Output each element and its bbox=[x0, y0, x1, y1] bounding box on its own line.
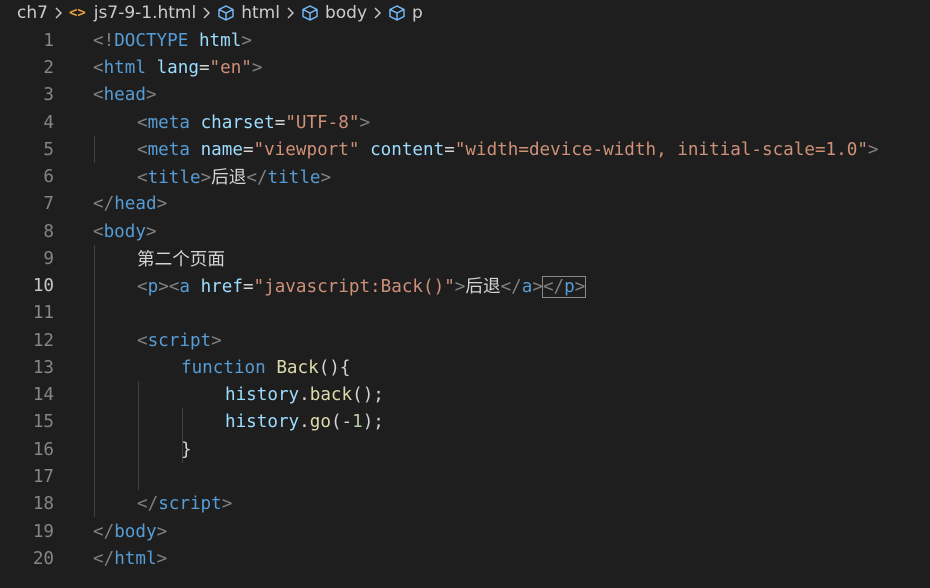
line-code: <head> bbox=[93, 84, 157, 105]
line-code: <meta name="viewport" content="width=dev… bbox=[137, 139, 879, 160]
line-code: <html lang="en"> bbox=[93, 57, 263, 78]
line-code: </head> bbox=[93, 193, 168, 214]
line-number: 16 bbox=[32, 439, 54, 460]
breadcrumb: ch7 <> js7-9-1.html html body p bbox=[0, 0, 930, 26]
line-code: history.back(); bbox=[225, 384, 384, 405]
line-code: <body> bbox=[93, 221, 157, 242]
code-line: 1 <!DOCTYPE html> bbox=[0, 27, 930, 54]
code-line: 19 </body> bbox=[0, 518, 930, 545]
line-code: </body> bbox=[93, 521, 168, 542]
code-line: 15 history.go(-1); bbox=[0, 408, 930, 435]
line-number: 2 bbox=[43, 57, 54, 78]
line-code: 第二个页面 bbox=[137, 250, 225, 270]
chevron-right-icon bbox=[286, 6, 295, 20]
line-number: 15 bbox=[32, 411, 54, 432]
cube-icon bbox=[389, 5, 405, 21]
line-code: </script> bbox=[137, 493, 233, 514]
breadcrumb-symbol-p[interactable]: p bbox=[388, 3, 423, 23]
line-number: 19 bbox=[32, 521, 54, 542]
code-line: 5 <meta name="viewport" content="width=d… bbox=[0, 136, 930, 163]
code-editor[interactable]: 1 <!DOCTYPE html> 2 <html lang="en"> 3 <… bbox=[0, 27, 930, 588]
line-number: 4 bbox=[43, 112, 54, 133]
cube-icon bbox=[302, 5, 318, 21]
code-line: 3 <head> bbox=[0, 81, 930, 108]
chevron-right-icon bbox=[54, 6, 63, 20]
breadcrumb-folder[interactable]: ch7 bbox=[17, 3, 48, 23]
line-code: <!DOCTYPE html> bbox=[93, 30, 252, 51]
line-number: 14 bbox=[32, 384, 54, 405]
line-code: </html> bbox=[93, 548, 168, 569]
code-line: 7 </head> bbox=[0, 190, 930, 217]
line-number: 5 bbox=[43, 139, 54, 160]
line-number: 7 bbox=[43, 193, 54, 214]
code-line: 6 <title>后退</title> bbox=[0, 163, 930, 190]
chevron-right-icon bbox=[202, 6, 211, 20]
cube-icon bbox=[218, 5, 234, 21]
line-number: 18 bbox=[32, 493, 54, 514]
line-number: 8 bbox=[43, 221, 54, 242]
line-number: 12 bbox=[32, 330, 54, 351]
code-line: 10 <p><a href="javascript:Back()">后退</a>… bbox=[0, 272, 930, 299]
code-line: 4 <meta charset="UTF-8"> bbox=[0, 109, 930, 136]
code-line: 11 bbox=[0, 299, 930, 326]
line-number: 11 bbox=[32, 302, 54, 323]
matched-tag: </p> bbox=[541, 276, 587, 298]
line-number: 6 bbox=[43, 166, 54, 187]
chevron-right-icon bbox=[373, 6, 382, 20]
code-line: 9 第二个页面 bbox=[0, 245, 930, 272]
line-number: 9 bbox=[43, 248, 54, 269]
code-line: 8 <body> bbox=[0, 218, 930, 245]
breadcrumb-file[interactable]: <> js7-9-1.html bbox=[69, 3, 196, 23]
code-line: 18 </script> bbox=[0, 490, 930, 517]
code-line: 16 } bbox=[0, 436, 930, 463]
line-number: 1 bbox=[43, 30, 54, 51]
code-line: 2 <html lang="en"> bbox=[0, 54, 930, 81]
line-code: <title>后退</title> bbox=[137, 168, 332, 188]
line-number: 10 bbox=[32, 275, 54, 296]
line-code: function Back(){ bbox=[181, 357, 351, 378]
breadcrumb-symbol-body[interactable]: body bbox=[301, 3, 367, 23]
line-number: 20 bbox=[32, 548, 54, 569]
line-number: 17 bbox=[32, 466, 54, 487]
line-code: <meta charset="UTF-8"> bbox=[137, 112, 371, 133]
line-code: <p><a href="javascript:Back()">后退</a></p… bbox=[137, 276, 587, 298]
html-file-icon: <> bbox=[68, 5, 86, 21]
line-number: 3 bbox=[43, 84, 54, 105]
line-code: history.go(-1); bbox=[225, 411, 384, 432]
code-line: 17 bbox=[0, 463, 930, 490]
line-number: 13 bbox=[32, 357, 54, 378]
line-code: } bbox=[181, 439, 192, 460]
code-line: 12 <script> bbox=[0, 327, 930, 354]
line-code: <script> bbox=[137, 330, 222, 351]
code-line: 13 function Back(){ bbox=[0, 354, 930, 381]
code-line: 14 history.back(); bbox=[0, 381, 930, 408]
breadcrumb-symbol-html[interactable]: html bbox=[217, 3, 280, 23]
code-line: 20 </html> bbox=[0, 545, 930, 572]
